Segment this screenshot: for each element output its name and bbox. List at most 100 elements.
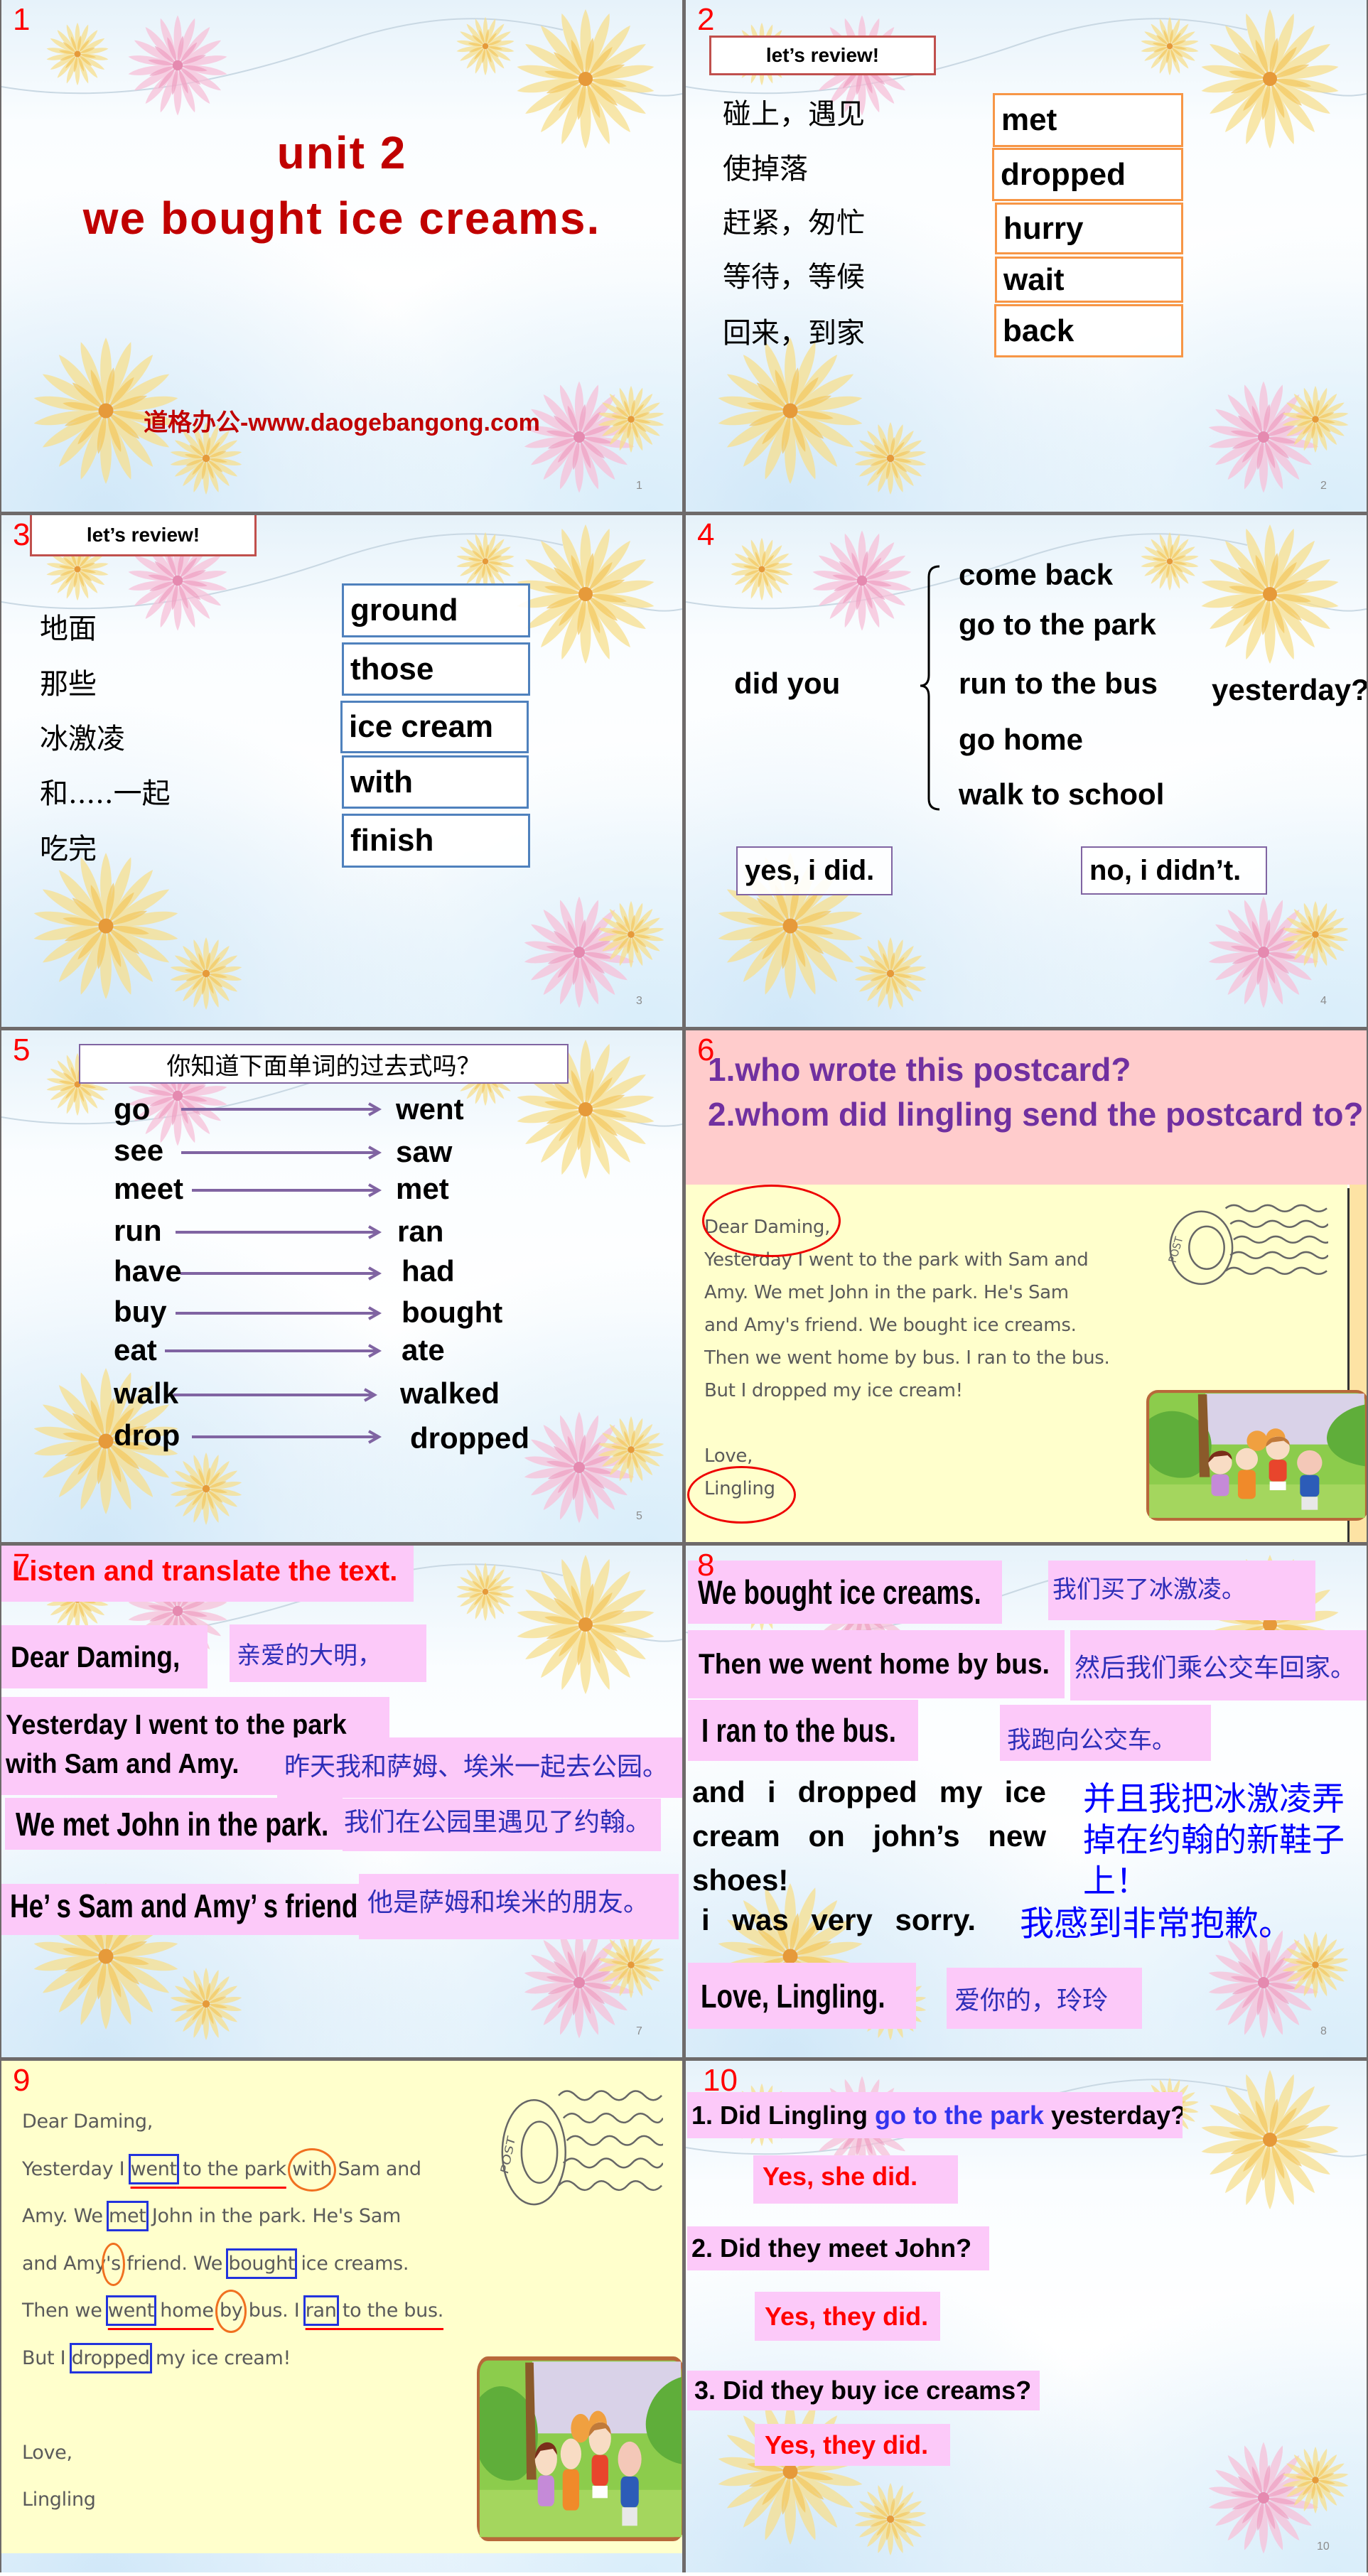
- boxed-word: went: [128, 2153, 179, 2184]
- arrow-icon: [181, 1146, 382, 1160]
- flower-icon: [170, 1968, 242, 2040]
- flower-icon: [730, 537, 794, 601]
- chinese-paragraph: 并且我把冰激凌弄掉在约翰的新鞋子上！: [1083, 1779, 1345, 1900]
- answer: Yes, she did.: [763, 2162, 918, 2191]
- slide-4[interactable]: 4 did you come back go to the park run t…: [686, 515, 1367, 1027]
- boxed-word: met: [106, 2201, 149, 2231]
- highlighted-phrase: go to the park: [874, 2100, 1044, 2130]
- arrow-icon: [181, 1266, 382, 1281]
- flower-icon: [170, 937, 242, 1010]
- slide-10[interactable]: 10 1. Did Lingling go to the park yester…: [686, 2061, 1367, 2572]
- boxed-word: ran: [303, 2295, 339, 2326]
- answer-word-box: hurry: [995, 203, 1183, 254]
- english-sentence: We met John in the park.: [16, 1805, 329, 1843]
- chinese-translation-box: 他是萨姆和埃米的朋友。: [359, 1874, 679, 1939]
- answer-yes: yes, i did.: [745, 855, 875, 886]
- chinese-translation-box: 我跑向公交车。: [1000, 1705, 1211, 1761]
- answer-word-box: with: [342, 755, 529, 809]
- slide-1[interactable]: 1 unit 2 we bought ice creams. 道格办公-www.…: [1, 0, 682, 512]
- text-segment: ice creams.: [295, 2252, 409, 2275]
- arrow-icon: [176, 1225, 382, 1239]
- title: unit 2 we bought ice creams.: [1, 120, 682, 251]
- flower-icon: [1140, 532, 1200, 591]
- past-verb: met: [396, 1172, 449, 1205]
- postcard-line: But I dropped my ice cream!: [704, 1380, 963, 1401]
- answer-box: Yes, she did.: [753, 2155, 958, 2204]
- english-sentence-box: Then we went home by bus.: [688, 1630, 1065, 1698]
- chinese-meaning: 赶紧，匆忙: [723, 207, 865, 239]
- question-box: 2. Did they meet John?: [687, 2226, 989, 2270]
- slide-3[interactable]: 3 let’s review! 地面 那些 冰激凌 和.....一起 吃完 gr…: [1, 515, 682, 1027]
- chinese-translation: 我们在公园里遇见了约翰。: [344, 1808, 652, 1837]
- review-header-label: let’s review!: [765, 44, 880, 66]
- slide-9[interactable]: 9 Dear Daming, Yesterday I went to the p…: [1, 2061, 682, 2572]
- slide-2[interactable]: 2 let’s review! 碰上，遇见 使掉落 赶紧，匆忙 等待，等候 回来…: [686, 0, 1367, 512]
- chinese-translation-box: 然后我们乘公交车回家。: [1070, 1630, 1367, 1701]
- chinese-translation: 昨天我和萨姆、埃米一起去公园。: [284, 1752, 669, 1782]
- question-box: 3. Did they buy ice creams?: [687, 2371, 1040, 2410]
- english-paragraph: and i dropped my ice cream on john’s new…: [692, 1775, 1046, 1897]
- base-verb: drop: [114, 1418, 181, 1452]
- circled-word: with: [292, 2157, 333, 2180]
- base-verb: walk: [114, 1376, 179, 1410]
- past-verb: ran: [397, 1214, 444, 1248]
- postcard-line: Dear Daming,: [22, 2098, 443, 2146]
- past-tense-header-label: 你知道下面单词的过去式吗？: [166, 1052, 481, 1081]
- slide-6[interactable]: 6 1.who wrote this postcard? 2.whom did …: [686, 1030, 1367, 1542]
- flower-icon: [812, 530, 912, 631]
- slide-index-label: 4: [697, 517, 715, 552]
- red-circle-annotation: [702, 1185, 841, 1257]
- past-verb: ate: [402, 1333, 445, 1367]
- past-verb: walked: [400, 1376, 500, 1410]
- chinese-translation: 亲爱的大明，: [237, 1642, 382, 1670]
- question-suffix: yesterday?: [1212, 673, 1367, 706]
- text-segment: Dear Daming,: [22, 2111, 154, 2133]
- flower-icon: [717, 338, 863, 484]
- text-segment: Lingling: [22, 2489, 96, 2511]
- flower-icon: [1140, 16, 1200, 76]
- answer-word-box: wait: [995, 257, 1183, 303]
- flower-icon: [127, 15, 228, 116]
- slide-background: [686, 0, 1367, 512]
- slide-7[interactable]: 7 Listen and translate the text. Dear Da…: [1, 1546, 682, 2057]
- arrow-icon: [173, 1388, 378, 1402]
- page-bottom-margin: [0, 2572, 1368, 2576]
- answer-no-box: no, i didn’t.: [1081, 846, 1267, 895]
- postcard-line: Love,: [22, 2430, 443, 2477]
- activity-option: go home: [959, 723, 1083, 756]
- text-segment: 1. Did Lingling: [691, 2100, 875, 2130]
- chinese-translation: 他是萨姆和埃米的朋友。: [367, 1888, 650, 1917]
- postmark-stamp-icon: POST: [498, 2076, 663, 2211]
- flower-icon: [456, 16, 515, 76]
- postcard-line: [22, 2382, 443, 2430]
- slide-8[interactable]: 8 We bought ice creams. 我们买了冰激凌。 Then we…: [686, 1546, 1367, 2057]
- chinese-meaning: 那些: [40, 668, 97, 701]
- text-segment: 2. Did they meet John?: [691, 2233, 972, 2263]
- answer-word: with: [350, 764, 413, 799]
- boxed-word: dropped: [69, 2342, 152, 2373]
- past-verb: dropped: [410, 1421, 529, 1455]
- page-number: 2: [1320, 480, 1327, 492]
- answer-word-box: met: [993, 93, 1183, 147]
- answer-word: finish: [350, 823, 434, 858]
- slide-title: Listen and translate the text.: [12, 1556, 398, 1587]
- page-number: 10: [1317, 2540, 1330, 2553]
- arrows-layer: [165, 1102, 382, 1444]
- text-segment: bus. I: [242, 2300, 306, 2322]
- english-sentence-box: I ran to the bus.: [688, 1700, 918, 1761]
- postcard-line: Lingling: [22, 2477, 443, 2524]
- english-closing: Love, Lingling.: [701, 1977, 885, 2015]
- answer-word: those: [350, 651, 434, 686]
- base-verb: have: [114, 1254, 182, 1288]
- postcard-line: Then we went home by bus. I ran to the b…: [22, 2287, 443, 2335]
- flower-icon: [456, 532, 515, 591]
- underlined-phrase: home: [154, 2300, 214, 2322]
- chinese-translation: 我跑向公交车。: [1007, 1726, 1176, 1755]
- curly-brace-icon: [920, 565, 940, 811]
- answer-word: ice cream: [349, 709, 494, 744]
- flower-icon: [45, 22, 109, 86]
- past-verb: went: [396, 1092, 464, 1126]
- review-header: let’s review!: [30, 515, 257, 556]
- answer-word: dropped: [1001, 156, 1126, 192]
- slide-5[interactable]: 5 你知道下面单词的过去式吗？ go see meet run have buy…: [1, 1030, 682, 1542]
